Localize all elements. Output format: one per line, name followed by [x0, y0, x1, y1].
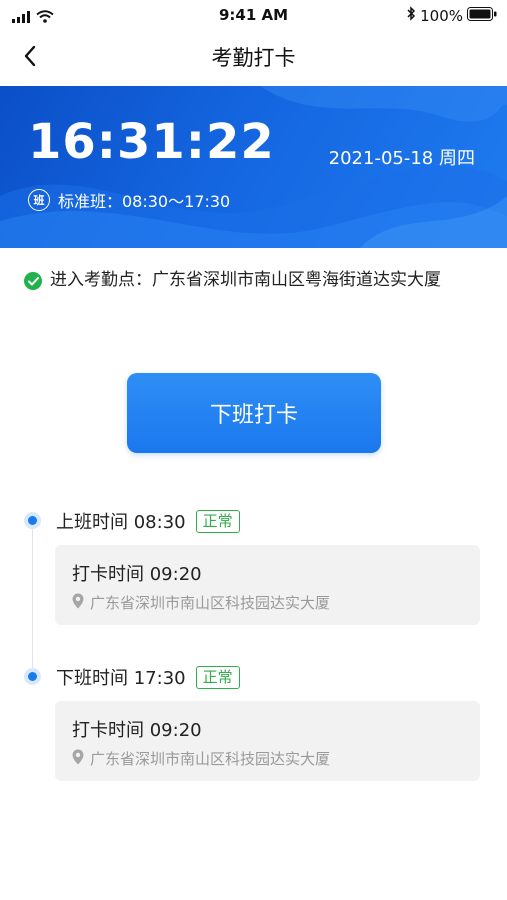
shift-info: 班 标准班：08:30～17:30: [28, 188, 230, 212]
address-text: 广东省深圳市南山区科技园达实大厦: [90, 594, 331, 612]
location-status: 进入考勤点：广东省深圳市南山区粤海街道达实大厦: [24, 268, 474, 293]
record-heading: 上班时间 08:30 正常: [56, 508, 240, 534]
punch-record-card: 打卡时间 09:20 广东省深圳市南山区科技园达实大厦: [55, 701, 480, 781]
check-circle-icon: [24, 272, 42, 290]
battery-percent: 100%: [420, 6, 463, 25]
timeline-line: [32, 520, 33, 677]
timeline-dot: [24, 668, 41, 685]
clock-out-button[interactable]: 下班打卡: [127, 373, 381, 453]
battery-icon: [467, 6, 497, 25]
status-bar: 9:41 AM 100%: [0, 0, 507, 30]
location-pin-icon: [72, 593, 84, 613]
location-text: 进入考勤点：广东省深圳市南山区粤海街道达实大厦: [50, 270, 441, 290]
punch-time: 打卡时间 09:20: [72, 720, 202, 741]
shift-text: 标准班：08:30～17:30: [58, 192, 231, 211]
punch-address: 广东省深圳市南山区科技园达实大厦: [72, 748, 330, 769]
record-heading: 下班时间 17:30 正常: [56, 664, 240, 690]
nav-bar: 考勤打卡: [0, 30, 507, 86]
status-badge: 正常: [195, 665, 240, 689]
bluetooth-icon: [406, 6, 416, 25]
location-pin-icon: [72, 749, 84, 769]
current-date: 2021-05-18 周四: [328, 148, 475, 169]
timeline-dot: [24, 512, 41, 529]
hero-banner: 16:31:22 2021-05-18 周四 班 标准班：08:30～17:30: [0, 86, 507, 248]
scheduled-time: 上班时间 08:30: [56, 512, 186, 533]
punch-time: 打卡时间 09:20: [72, 564, 202, 585]
punch-address: 广东省深圳市南山区科技园达实大厦: [72, 592, 330, 613]
shift-badge-icon: 班: [28, 189, 50, 211]
current-time: 16:31:22: [28, 114, 275, 170]
scheduled-time: 下班时间 17:30: [56, 668, 186, 689]
page-title: 考勤打卡: [211, 46, 296, 70]
address-text: 广东省深圳市南山区科技园达实大厦: [90, 750, 331, 768]
status-badge: 正常: [195, 509, 240, 533]
status-right: 100%: [406, 6, 497, 25]
punch-record-card: 打卡时间 09:20 广东省深圳市南山区科技园达实大厦: [55, 545, 480, 625]
